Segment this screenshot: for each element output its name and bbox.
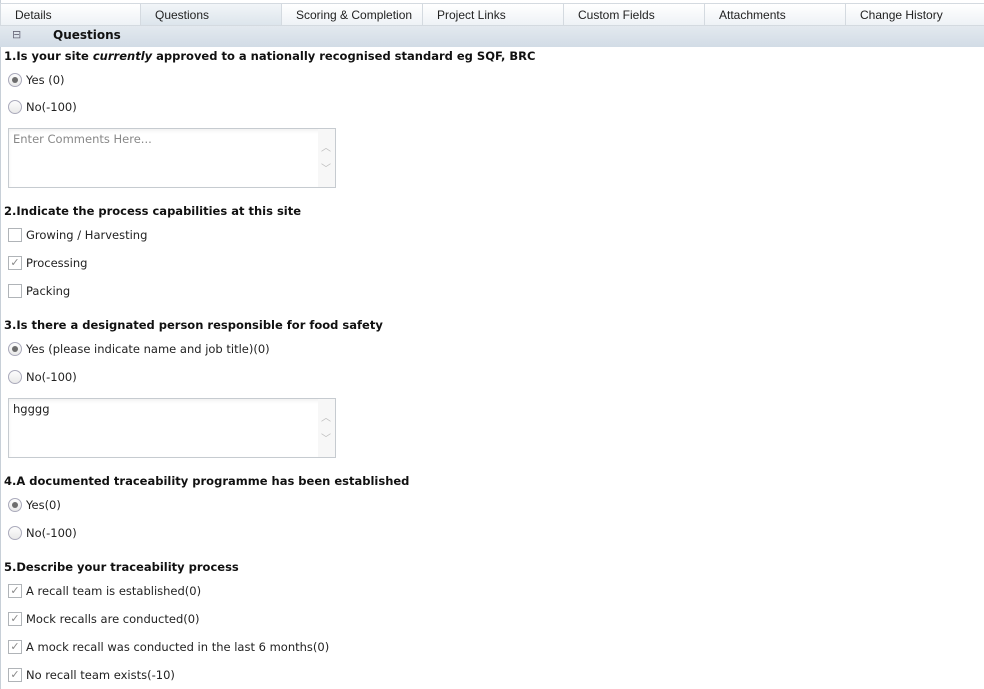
- question-text-emphasis: currently: [92, 49, 153, 63]
- q4-option-yes[interactable]: Yes(0): [8, 497, 61, 513]
- q5-option-mock-recall-last-6-months[interactable]: ✓ A mock recall was conducted in the las…: [8, 639, 329, 655]
- option-label: No(-100): [26, 526, 77, 540]
- q3-comments-textarea[interactable]: hgggg ︿ ﹀: [8, 398, 336, 458]
- radio-selected[interactable]: [8, 342, 22, 356]
- question-text: A documented traceability programme has …: [16, 474, 410, 488]
- radio-unselected[interactable]: [8, 526, 22, 540]
- question-5-title: 5.Describe your traceability process: [4, 560, 239, 574]
- tab-project-links[interactable]: Project Links: [423, 4, 564, 25]
- collapse-minus-icon[interactable]: ⊟: [12, 28, 21, 41]
- option-label: Growing / Harvesting: [26, 228, 148, 242]
- option-label: No recall team exists(-10): [26, 668, 175, 682]
- question-number: 5.: [4, 560, 17, 574]
- comments-value: hgggg: [13, 402, 50, 416]
- q3-option-yes[interactable]: Yes (please indicate name and job title)…: [8, 341, 270, 357]
- question-text: Indicate the process capabilities at thi…: [16, 204, 302, 218]
- q1-comments-textarea[interactable]: Enter Comments Here... ︿ ﹀: [8, 128, 336, 188]
- tab-attachments[interactable]: Attachments: [705, 4, 846, 25]
- tab-details[interactable]: Details: [0, 4, 141, 25]
- radio-unselected[interactable]: [8, 100, 22, 114]
- radio-unselected[interactable]: [8, 370, 22, 384]
- q1-option-yes[interactable]: Yes (0): [8, 72, 65, 88]
- question-3-title: 3.Is there a designated person responsib…: [4, 318, 383, 332]
- option-label: Packing: [26, 284, 71, 298]
- section-title: Questions: [53, 28, 121, 42]
- tab-change-history[interactable]: Change History: [846, 4, 984, 25]
- checkbox-checked[interactable]: ✓: [8, 612, 22, 626]
- checkbox-unchecked[interactable]: [8, 228, 22, 242]
- scroll-up-icon[interactable]: ︿: [321, 409, 331, 424]
- scroll-down-icon[interactable]: ﹀: [321, 430, 331, 445]
- checkbox-checked[interactable]: ✓: [8, 256, 22, 270]
- questions-section-header: ⊟ Questions: [0, 26, 984, 47]
- q4-option-no[interactable]: No(-100): [8, 525, 77, 541]
- checkbox-checked[interactable]: ✓: [8, 584, 22, 598]
- tab-bar: Details Questions Scoring & Completion P…: [0, 3, 984, 26]
- q5-option-no-recall-team[interactable]: ✓ No recall team exists(-10): [8, 667, 175, 683]
- checkbox-unchecked[interactable]: [8, 284, 22, 298]
- check-icon: ✓: [10, 256, 20, 269]
- radio-selected[interactable]: [8, 498, 22, 512]
- question-4-title: 4.A documented traceability programme ha…: [4, 474, 409, 488]
- tab-custom-fields[interactable]: Custom Fields: [564, 4, 705, 25]
- question-number: 3.: [4, 318, 17, 332]
- question-1-title: 1.Is your site currently approved to a n…: [4, 49, 535, 63]
- question-number: 4.: [4, 474, 17, 488]
- scroll-up-icon[interactable]: ︿: [321, 139, 331, 154]
- option-label: A mock recall was conducted in the last …: [26, 640, 330, 654]
- q5-option-recall-team-established[interactable]: ✓ A recall team is established(0): [8, 583, 201, 599]
- radio-selected[interactable]: [8, 73, 22, 87]
- option-label: Yes (0): [26, 73, 65, 87]
- option-label: Yes (please indicate name and job title)…: [26, 342, 270, 356]
- question-text: Is there a designated person responsible…: [16, 318, 383, 332]
- option-label: Yes(0): [26, 498, 61, 512]
- q2-option-processing[interactable]: ✓ Processing: [8, 255, 87, 271]
- check-icon: ✓: [10, 668, 20, 681]
- q1-option-no[interactable]: No(-100): [8, 99, 77, 115]
- option-label: No(-100): [26, 100, 77, 114]
- question-text: Describe your traceability process: [16, 560, 239, 574]
- option-label: A recall team is established(0): [26, 584, 202, 598]
- checkbox-checked[interactable]: ✓: [8, 640, 22, 654]
- question-text: approved to a nationally recognised stan…: [152, 49, 536, 63]
- scroll-down-icon[interactable]: ﹀: [321, 160, 331, 175]
- option-label: Processing: [26, 256, 88, 270]
- textarea-scrollbar[interactable]: ︿ ﹀: [318, 399, 335, 457]
- checkbox-checked[interactable]: ✓: [8, 668, 22, 682]
- q3-option-no[interactable]: No(-100): [8, 369, 77, 385]
- left-border: [0, 0, 1, 689]
- q2-option-growing-harvesting[interactable]: Growing / Harvesting: [8, 227, 147, 243]
- q2-option-packing[interactable]: Packing: [8, 283, 70, 299]
- check-icon: ✓: [10, 640, 20, 653]
- question-text: Is your site: [16, 49, 93, 63]
- check-icon: ✓: [10, 612, 20, 625]
- tab-scoring-completion[interactable]: Scoring & Completion: [282, 4, 423, 25]
- option-label: No(-100): [26, 370, 77, 384]
- comments-placeholder: Enter Comments Here...: [13, 132, 152, 146]
- q5-option-mock-recalls-conducted[interactable]: ✓ Mock recalls are conducted(0): [8, 611, 200, 627]
- check-icon: ✓: [10, 584, 20, 597]
- tab-questions[interactable]: Questions: [141, 4, 282, 25]
- question-number: 1.: [4, 49, 17, 63]
- question-number: 2.: [4, 204, 17, 218]
- option-label: Mock recalls are conducted(0): [26, 612, 200, 626]
- question-2-title: 2.Indicate the process capabilities at t…: [4, 204, 301, 218]
- textarea-scrollbar[interactable]: ︿ ﹀: [318, 129, 335, 187]
